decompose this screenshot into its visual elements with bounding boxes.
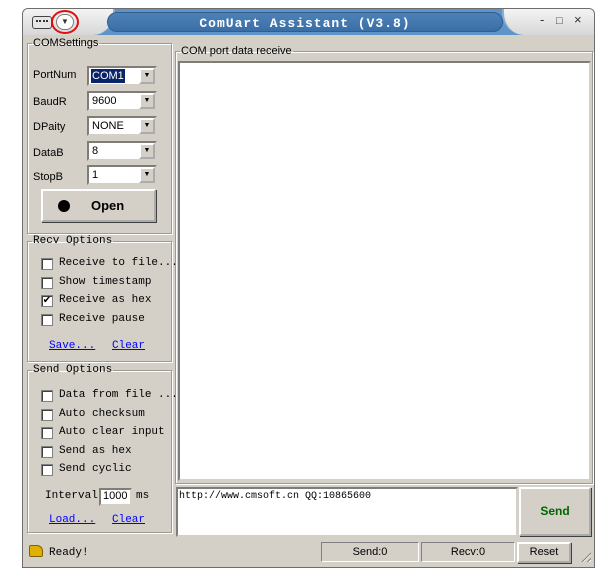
stopb-select[interactable]: 1 ▼	[87, 165, 157, 185]
receive-as-hex-label: Receive as hex	[59, 294, 152, 306]
checkbox-box[interactable]	[41, 314, 53, 326]
reset-button[interactable]: Reset	[517, 542, 571, 563]
chevron-down-icon[interactable]: ▼	[139, 68, 155, 84]
send-counter: Send:0	[321, 542, 419, 562]
save-link[interactable]: Save...	[49, 340, 95, 352]
interval-input[interactable]: 1000	[99, 488, 132, 506]
minimize-button[interactable]: -	[540, 13, 544, 26]
dpaity-label: DPaity	[33, 121, 66, 133]
checkbox-box[interactable]	[41, 427, 53, 439]
load-link[interactable]: Load...	[49, 514, 95, 526]
send-as-hex-label: Send as hex	[59, 445, 132, 457]
receive-data-textarea[interactable]	[178, 61, 591, 481]
datab-label: DataB	[33, 147, 64, 159]
stopb-label: StopB	[33, 171, 63, 183]
portnum-select[interactable]: COM1 ▼	[87, 66, 157, 86]
send-clear-link[interactable]: Clear	[112, 514, 145, 526]
pencil-icon	[29, 545, 43, 557]
checkbox-box[interactable]	[41, 277, 53, 289]
title-bar[interactable]: ▼ ComUart Assistant (V3.8) - □ ×	[23, 9, 594, 35]
interval-label: Interval	[45, 490, 98, 502]
receive-to-file-label: Receive to file...	[59, 257, 178, 269]
system-menu-area: ▼	[23, 9, 115, 35]
stopb-value: 1	[92, 169, 99, 181]
baudr-select[interactable]: 9600 ▼	[87, 91, 157, 111]
checkbox-box[interactable]	[41, 258, 53, 270]
show-timestamp-label: Show timestamp	[59, 276, 152, 288]
baudr-label: BaudR	[33, 96, 67, 108]
record-dot-icon	[58, 200, 70, 212]
data-from-file-label: Data from file ...	[59, 389, 178, 401]
dpaity-value: NONE	[92, 120, 124, 132]
send-cyclic-label: Send cyclic	[59, 463, 132, 475]
app-window: ▼ ComUart Assistant (V3.8) - □ × COMSett…	[22, 8, 595, 568]
status-ready: Ready!	[49, 547, 89, 559]
chevron-down-icon[interactable]: ▼	[139, 167, 155, 183]
window-title: ComUart Assistant (V3.8)	[199, 16, 411, 31]
datab-select[interactable]: 8 ▼	[87, 141, 157, 161]
send-data-input[interactable]: http://www.cmsoft.cn QQ:10865600	[176, 487, 518, 537]
send-options-legend: Send Options	[33, 364, 113, 376]
open-button-label: Open	[91, 198, 125, 213]
title-pill: ComUart Assistant (V3.8)	[107, 12, 503, 32]
check-icon[interactable]: ✔	[41, 295, 53, 307]
auto-clear-input-label: Auto clear input	[59, 426, 165, 438]
portnum-label: PortNum	[33, 69, 77, 81]
com-settings-legend: COMSettings	[33, 37, 99, 49]
serial-port-icon[interactable]	[32, 16, 52, 29]
checkbox-box[interactable]	[41, 446, 53, 458]
send-button[interactable]: Send	[519, 487, 591, 536]
chevron-down-icon[interactable]: ▼	[139, 118, 155, 134]
status-bar: Ready! Send:0 Recv:0 Reset	[23, 539, 594, 567]
baudr-value: 9600	[92, 95, 117, 107]
datab-value: 8	[92, 145, 99, 157]
chevron-down-icon[interactable]: ▼	[139, 93, 155, 109]
highlight-circle	[51, 10, 79, 34]
checkbox-box[interactable]	[41, 464, 53, 476]
checkbox-box[interactable]	[41, 409, 53, 421]
chevron-down-icon[interactable]: ▼	[139, 143, 155, 159]
maximize-button[interactable]: □	[556, 15, 563, 27]
recv-clear-link[interactable]: Clear	[112, 340, 145, 352]
open-port-button[interactable]: Open	[41, 189, 156, 222]
dpaity-select[interactable]: NONE ▼	[87, 116, 157, 136]
close-button[interactable]: ×	[574, 13, 582, 26]
receive-legend: COM port data receive	[181, 45, 292, 57]
window-controls: - □ ×	[502, 9, 594, 35]
portnum-value: COM1	[91, 69, 125, 83]
resize-grip-icon[interactable]	[579, 550, 591, 562]
interval-unit: ms	[136, 490, 150, 502]
checkbox-box[interactable]	[41, 390, 53, 402]
auto-checksum-label: Auto checksum	[59, 408, 145, 420]
recv-options-legend: Recv Options	[33, 235, 113, 247]
recv-counter: Recv:0	[421, 542, 515, 562]
receive-pause-label: Receive pause	[59, 313, 145, 325]
